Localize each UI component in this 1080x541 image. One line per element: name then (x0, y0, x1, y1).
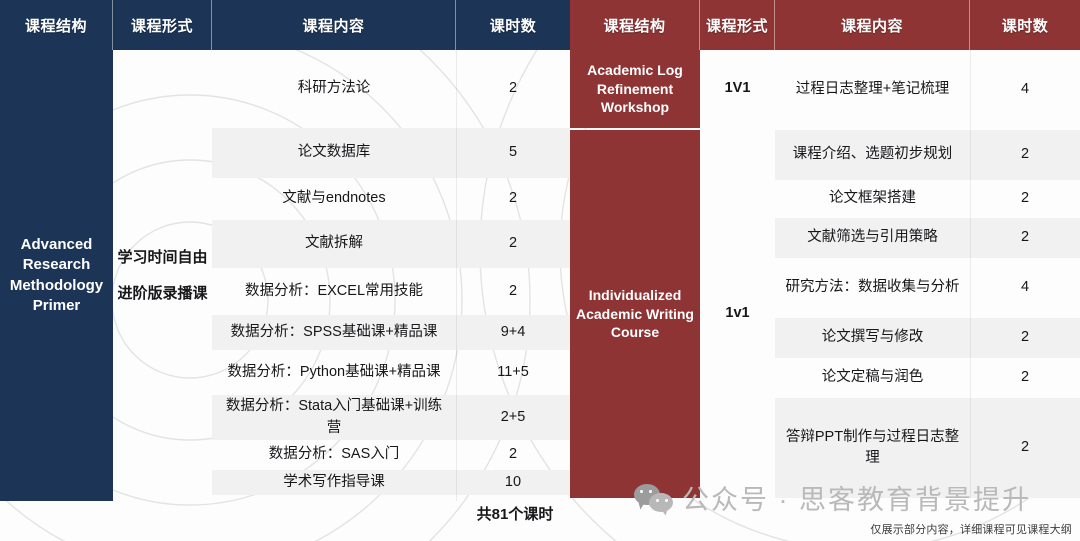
header-course-content: 课程内容 (775, 0, 970, 50)
table-row: 文献拆解 (305, 235, 363, 252)
table-row-hours: 2 (1020, 146, 1030, 163)
table-row: 过程日志整理+笔记梳理 (795, 81, 950, 98)
table-row-hours: 11+5 (497, 363, 529, 380)
table-row-hours: 2 (508, 80, 518, 97)
table-row-hours: 9+4 (500, 323, 526, 340)
table-row-hours: 2 (1020, 369, 1030, 386)
table-row-hours: 2 (508, 282, 518, 299)
table-row: 数据分析：Stata入门基础课+训练营 (225, 398, 443, 436)
left-table-header: 课程结构 课程形式 课程内容 课时数 (0, 0, 570, 50)
header-class-hours: 课时数 (489, 17, 537, 35)
table-row-hours: 2 (1020, 190, 1030, 207)
table-row: 数据分析：EXCEL常用技能 (244, 282, 424, 299)
table-row-hours: 2 (508, 235, 518, 252)
left-structure-cell: Advanced Research Methodology Primer (0, 50, 113, 501)
table-row: 文献筛选与引用策略 (807, 229, 938, 246)
header-course-format: 课程形式 (113, 0, 212, 50)
watermark-text: 公众号 · 思客教育背景提升 (682, 485, 1031, 515)
table-row-hours: 10 (504, 473, 522, 490)
table-row: 科研方法论 (297, 80, 371, 97)
table-row-hours: 2+5 (500, 408, 526, 425)
table-row: 数据分析：SPSS基础课+精品课 (230, 323, 438, 340)
right-format-cell-2: 1v1 (725, 305, 750, 322)
header-course-structure: 课程结构 (570, 0, 700, 50)
table-row-hours: 4 (1020, 81, 1030, 98)
right-structure-cell-1: Academic Log Refinement Workshop (570, 50, 700, 128)
table-row-hours: 2 (1020, 329, 1030, 346)
table-row: 研究方法：数据收集与分析 (785, 279, 960, 296)
header-course-format: 课程形式 (700, 0, 775, 50)
table-row-hours: 2 (508, 446, 518, 463)
right-structure-cell-2: Individualized Academic Writing Course (570, 130, 700, 498)
table-row: 学术写作指导课 (283, 473, 385, 490)
left-course-table: 课程结构 课程形式 课程内容 课时数 Advanced Research Met… (0, 0, 570, 541)
wechat-icon (634, 483, 674, 512)
table-row: 论文撰写与修改 (821, 329, 924, 346)
table-row: 课程介绍、选题初步规划 (792, 146, 953, 163)
left-format-cell: 学习时间自由 进阶版录播课 (113, 50, 212, 501)
footer-note: 仅展示部分内容，详细课程可见课程大纲 (870, 524, 1072, 536)
table-row: 论文定稿与润色 (821, 369, 924, 386)
table-row: 论文数据库 (297, 144, 371, 161)
table-row: 数据分析：SAS入门 (268, 446, 400, 463)
slide-root: 课程结构 课程形式 课程内容 课时数 Advanced Research Met… (0, 0, 1080, 541)
right-table-header: 课程结构 课程形式 课程内容 课时数 (570, 0, 1080, 50)
right-format-cell-1: 1V1 (724, 80, 751, 97)
table-row-hours: 2 (508, 190, 518, 207)
format-label-2: 进阶版录播课 (117, 284, 208, 302)
header-course-structure: 课程结构 (0, 0, 113, 50)
table-row: 文献与endnotes (282, 190, 386, 207)
table-row: 论文框架搭建 (829, 190, 916, 207)
watermark: 公众号 · 思客教育背景提升 (634, 478, 1031, 517)
right-course-table: 课程结构 课程形式 课程内容 课时数 Academic Log Refineme… (570, 0, 1080, 541)
header-class-hours: 课时数 (1001, 17, 1049, 35)
table-row-hours: 4 (1020, 279, 1030, 296)
format-label-1: 学习时间自由 (117, 248, 208, 266)
table-row-hours: 2 (1020, 229, 1030, 246)
table-row: 数据分析：Python基础课+精品课 (227, 363, 441, 380)
table-row-hours: 5 (508, 144, 518, 161)
header-course-content: 课程内容 (212, 0, 456, 50)
